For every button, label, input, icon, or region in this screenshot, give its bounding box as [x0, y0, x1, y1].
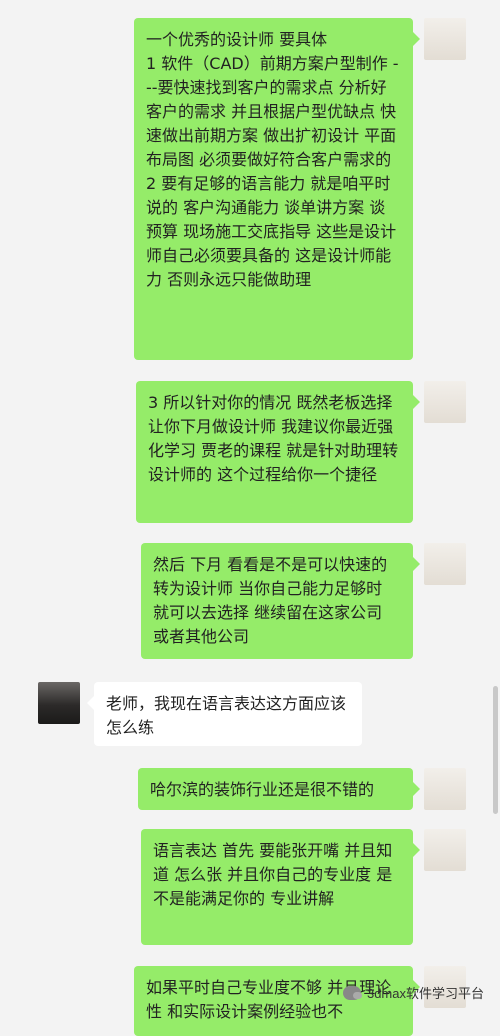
- avatar[interactable]: [424, 768, 466, 810]
- avatar[interactable]: [424, 829, 466, 871]
- message-bubble[interactable]: 然后 下月 看看是不是可以快速的转为设计师 当你自己能力足够时 就可以去选择 继…: [141, 543, 420, 659]
- message-bubble[interactable]: 语言表达 首先 要能张开嘴 并且知道 怎么张 并且你自己的专业度 是不是能满足你…: [141, 829, 420, 945]
- message-bubble[interactable]: 一个优秀的设计师 要具体 1 软件（CAD）前期方案户型制作 ---要快速找到客…: [134, 18, 420, 360]
- message-bubble[interactable]: 老师，我现在语言表达这方面应该怎么练: [87, 682, 362, 746]
- watermark-text: 3dmax软件学习平台: [366, 986, 484, 1001]
- watermark: 3dmax软件学习平台: [342, 983, 484, 1002]
- avatar[interactable]: [424, 543, 466, 585]
- wechat-icon: [342, 985, 362, 1000]
- chat-area[interactable]: 一个优秀的设计师 要具体 1 软件（CAD）前期方案户型制作 ---要快速找到客…: [0, 0, 500, 1036]
- avatar[interactable]: [424, 18, 466, 60]
- message-bubble[interactable]: 3 所以针对你的情况 既然老板选择让你下月做设计师 我建议你最近强化学习 贾老的…: [136, 381, 420, 523]
- scrollbar[interactable]: [493, 686, 498, 814]
- avatar[interactable]: [38, 682, 80, 724]
- avatar[interactable]: [424, 381, 466, 423]
- message-bubble[interactable]: 哈尔滨的装饰行业还是很不错的: [138, 768, 420, 810]
